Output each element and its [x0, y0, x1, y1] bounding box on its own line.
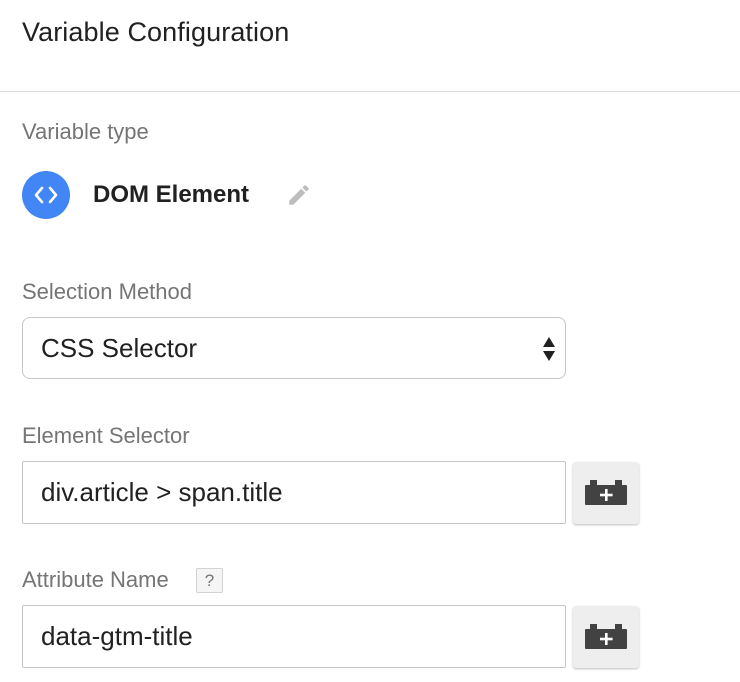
pencil-edit-icon[interactable]	[286, 182, 312, 208]
panel-title: Variable Configuration	[22, 17, 290, 47]
element-selector-value: div.article > span.title	[41, 477, 283, 507]
select-arrows-icon	[542, 335, 556, 363]
attribute-name-input[interactable]: data-gtm-title	[22, 605, 566, 668]
lego-brick-plus-icon	[585, 624, 627, 649]
selection-method-value: CSS Selector	[41, 333, 198, 363]
lego-brick-plus-icon	[585, 480, 627, 505]
insert-variable-button[interactable]	[573, 606, 639, 668]
help-icon[interactable]: ?	[196, 568, 223, 593]
variable-configuration-panel: Variable Configuration Variable type DOM…	[0, 0, 740, 682]
element-selector-label: Element Selector	[22, 423, 190, 448]
variable-type-name: DOM Element	[93, 181, 250, 208]
panel-header: Variable Configuration	[0, 0, 740, 92]
insert-variable-button[interactable]	[573, 462, 639, 524]
attribute-name-value: data-gtm-title	[41, 621, 193, 651]
selection-method-label: Selection Method	[22, 279, 192, 304]
selection-method-select[interactable]: CSS Selector	[22, 317, 566, 379]
code-brackets-icon	[22, 171, 70, 219]
attribute-name-label: Attribute Name	[22, 567, 169, 592]
variable-type-label: Variable type	[22, 119, 149, 144]
element-selector-input[interactable]: div.article > span.title	[22, 461, 566, 524]
